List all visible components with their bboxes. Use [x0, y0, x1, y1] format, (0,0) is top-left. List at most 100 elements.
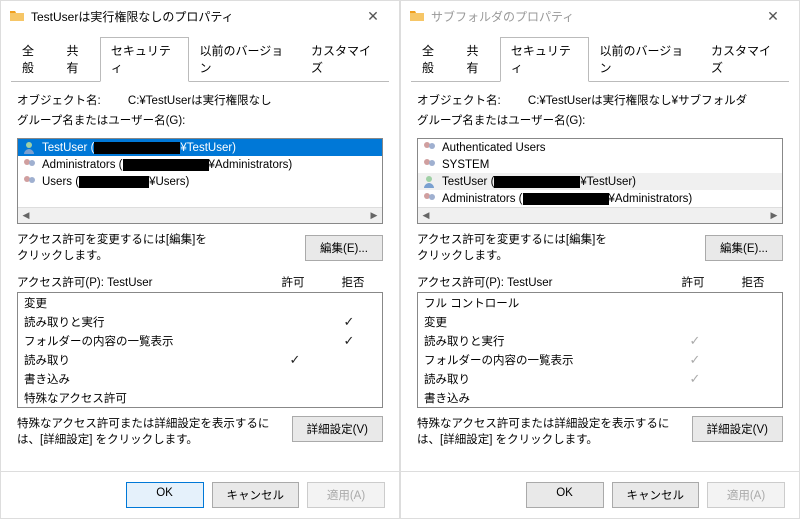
advanced-help-text: 特殊なアクセス許可または詳細設定を表示するには、[詳細設定] をクリックします。: [417, 416, 692, 448]
col-deny: 拒否: [723, 274, 783, 290]
perm-allow: ✓: [668, 333, 722, 349]
perm-deny: ✓: [322, 314, 376, 330]
h-scrollbar[interactable]: ◀▶: [418, 207, 782, 223]
perm-name: 変更: [424, 314, 668, 330]
redacted: [94, 142, 180, 154]
close-icon[interactable]: ✕: [353, 8, 393, 25]
user-name-pre: TestUser (: [442, 176, 494, 188]
user-list[interactable]: Authenticated Users SYSTEM TestUser ( ¥Te…: [417, 138, 783, 224]
permissions-header: アクセス許可(P): TestUser 許可 拒否: [17, 274, 383, 290]
tab-customize[interactable]: カスタマイズ: [300, 37, 389, 82]
tab-strip: 全般 共有 セキュリティ 以前のバージョン カスタマイズ: [1, 31, 399, 82]
list-item[interactable]: Users (¥Users): [18, 173, 382, 190]
user-list[interactable]: TestUser (¥TestUser) Administrators (¥Ad…: [17, 138, 383, 224]
user-name-post: ¥TestUser): [580, 176, 636, 188]
edit-button[interactable]: 編集(E)...: [705, 235, 783, 261]
cancel-button[interactable]: キャンセル: [612, 482, 700, 508]
scroll-left-icon[interactable]: ◀: [418, 210, 434, 221]
list-item[interactable]: Authenticated Users: [418, 139, 782, 156]
permissions-header: アクセス許可(P): TestUser 許可 拒否: [417, 274, 783, 290]
object-name-row: オブジェクト名: C:¥TestUserは実行権限なし¥サブフォルダ: [417, 92, 783, 108]
apply-button[interactable]: 適用(A): [707, 482, 785, 508]
perm-name: フル コントロール: [424, 295, 668, 311]
redacted: [523, 193, 609, 205]
user-name-post: ¥Administrators): [609, 193, 693, 205]
perm-row: 読み取り✓: [18, 350, 382, 369]
edit-row: アクセス許可を変更するには[編集]を クリックします。 編集(E)...: [417, 232, 783, 264]
list-item[interactable]: SYSTEM: [418, 156, 782, 173]
redacted: [79, 176, 149, 188]
perm-label: アクセス許可(P): TestUser: [17, 274, 263, 290]
perm-allow: ✓: [268, 352, 322, 368]
group-icon: [422, 158, 438, 172]
permissions-list[interactable]: 変更 読み取りと実行✓ フォルダーの内容の一覧表示✓ 読み取り✓ 書き込み 特殊…: [17, 292, 383, 408]
perm-name: 特殊なアクセス許可: [24, 390, 268, 406]
list-item[interactable]: TestUser ( ¥TestUser): [418, 173, 782, 190]
edit-help-text: アクセス許可を変更するには[編集]を クリックします。: [17, 232, 305, 264]
tab-general[interactable]: 全般: [11, 37, 55, 82]
list-item[interactable]: Administrators (¥Administrators): [18, 156, 382, 173]
user-name-post: ¥Administrators): [209, 159, 293, 171]
perm-row: フォルダーの内容の一覧表示✓: [18, 331, 382, 350]
group-icon: [422, 141, 438, 155]
advanced-button[interactable]: 詳細設定(V): [692, 416, 783, 442]
user-list-inner: TestUser (¥TestUser) Administrators (¥Ad…: [18, 139, 382, 207]
tab-share[interactable]: 共有: [455, 37, 499, 82]
perm-row: フル コントロール: [418, 293, 782, 312]
advanced-row: 特殊なアクセス許可または詳細設定を表示するには、[詳細設定] をクリックします。…: [417, 416, 783, 448]
object-name-value: C:¥TestUserは実行権限なし: [128, 92, 272, 108]
user-name-post: ¥Users): [149, 176, 189, 188]
ok-button[interactable]: OK: [126, 482, 204, 508]
tab-security[interactable]: セキュリティ: [500, 37, 589, 82]
tab-content: オブジェクト名: C:¥TestUserは実行権限なし グループ名またはユーザー…: [1, 82, 399, 471]
scroll-left-icon[interactable]: ◀: [18, 210, 34, 221]
edit-button[interactable]: 編集(E)...: [305, 235, 383, 261]
group-icon: [22, 175, 38, 189]
perm-name: 読み取り: [24, 352, 268, 368]
permissions-list[interactable]: フル コントロール 変更 読み取りと実行✓ フォルダーの内容の一覧表示✓ 読み取…: [417, 292, 783, 408]
button-bar: OK キャンセル 適用(A): [1, 471, 399, 518]
titlebar: サブフォルダのプロパティ ✕: [401, 1, 799, 31]
user-name-pre: Administrators (: [442, 193, 523, 205]
group-icon: [22, 158, 38, 172]
user-icon: [422, 175, 438, 189]
perm-allow: ✓: [668, 371, 722, 387]
tab-security[interactable]: セキュリティ: [100, 37, 189, 82]
perm-row: 読み取りと実行 ✓: [18, 312, 382, 331]
perm-name: 変更: [24, 295, 268, 311]
perm-row: 読み取りと実行✓: [418, 331, 782, 350]
tab-general[interactable]: 全般: [411, 37, 455, 82]
ok-button[interactable]: OK: [526, 482, 604, 508]
advanced-help-text: 特殊なアクセス許可または詳細設定を表示するには、[詳細設定] をクリックします。: [17, 416, 292, 448]
window-title: TestUserは実行権限なしのプロパティ: [31, 8, 353, 25]
perm-name: 読み取りと実行: [424, 333, 668, 349]
edit-row: アクセス許可を変更するには[編集]を クリックします。 編集(E)...: [17, 232, 383, 264]
perm-row: 読み取り✓: [418, 369, 782, 388]
advanced-button[interactable]: 詳細設定(V): [292, 416, 383, 442]
perm-row: 変更: [418, 312, 782, 331]
perm-name: 読み取りと実行: [24, 314, 268, 330]
tab-customize[interactable]: カスタマイズ: [700, 37, 789, 82]
redacted: [494, 176, 580, 188]
tab-versions[interactable]: 以前のバージョン: [589, 37, 701, 82]
tab-versions[interactable]: 以前のバージョン: [189, 37, 301, 82]
list-item[interactable]: Administrators ( ¥Administrators): [418, 190, 782, 207]
h-scrollbar[interactable]: ◀▶: [18, 207, 382, 223]
scroll-right-icon[interactable]: ▶: [766, 210, 782, 221]
tab-content: オブジェクト名: C:¥TestUserは実行権限なし¥サブフォルダ グループ名…: [401, 82, 799, 471]
perm-row: 特殊なアクセス許可: [18, 388, 382, 407]
list-item[interactable]: TestUser (¥TestUser): [18, 139, 382, 156]
col-allow: 許可: [663, 274, 723, 290]
object-name-row: オブジェクト名: C:¥TestUserは実行権限なし: [17, 92, 383, 108]
perm-row: 書き込み: [18, 369, 382, 388]
object-name-label: オブジェクト名:: [17, 95, 101, 107]
tab-share[interactable]: 共有: [55, 37, 99, 82]
scroll-right-icon[interactable]: ▶: [366, 210, 382, 221]
perm-name: 書き込み: [24, 371, 268, 387]
perm-row: 変更: [18, 293, 382, 312]
titlebar: TestUserは実行権限なしのプロパティ ✕: [1, 1, 399, 31]
cancel-button[interactable]: キャンセル: [212, 482, 300, 508]
apply-button[interactable]: 適用(A): [307, 482, 385, 508]
folder-icon: [409, 8, 425, 24]
close-icon[interactable]: ✕: [753, 8, 793, 25]
